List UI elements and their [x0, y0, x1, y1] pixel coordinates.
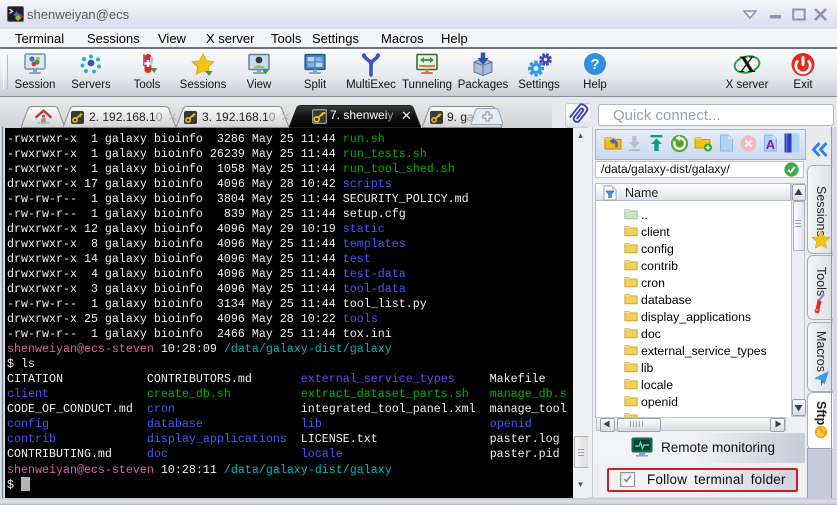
svg-text:X: X	[739, 52, 756, 77]
svg-text:?: ?	[590, 56, 599, 73]
svg-text:A: A	[766, 137, 776, 152]
